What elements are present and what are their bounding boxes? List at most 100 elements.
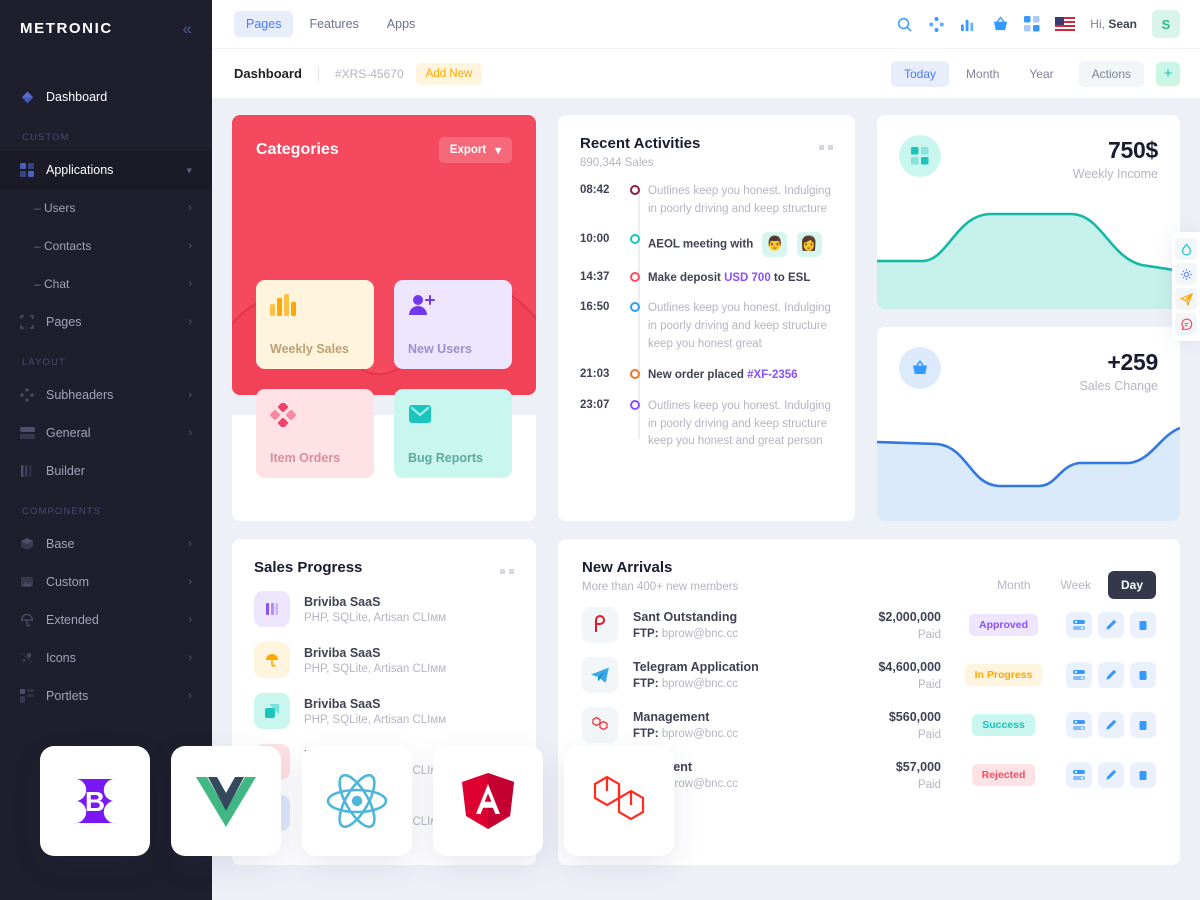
avatar-man[interactable]: 👨 (762, 231, 788, 257)
edit-icon[interactable] (1098, 612, 1124, 638)
share-icon[interactable] (928, 16, 945, 33)
sidebar-item-icons[interactable]: Icons › (0, 639, 212, 677)
delete-icon[interactable] (1130, 712, 1156, 738)
sidebar-item-general[interactable]: General › (0, 414, 212, 452)
grid-icon[interactable] (1024, 16, 1040, 32)
laravel-logo[interactable] (564, 746, 674, 856)
search-icon[interactable] (896, 16, 913, 33)
tab-pages[interactable]: Pages (234, 11, 294, 37)
table-row[interactable]: Telegram Application FTP: bprow@bnc.cc $… (582, 657, 1156, 693)
chevron-right-icon: › (188, 427, 192, 439)
actions-button[interactable]: Actions (1078, 60, 1144, 87)
export-button[interactable]: Export ▾ (438, 137, 512, 163)
activity-label: Make deposit (648, 271, 725, 284)
weekly-income-card: 750$ Weekly Income (877, 115, 1180, 309)
table-row[interactable]: Management FTP: bprow@bnc.cc $560,000 Pa… (582, 707, 1156, 743)
tile-item-orders[interactable]: Item Orders (256, 389, 374, 478)
tile-bug-reports[interactable]: Bug Reports (394, 389, 512, 478)
sidebar-section-components: COMPONENTS (22, 506, 102, 517)
edit-icon[interactable] (1098, 712, 1124, 738)
list-settings-icon[interactable] (1066, 662, 1092, 688)
sidebar-item-base[interactable]: Base › (0, 525, 212, 563)
divider (317, 65, 319, 82)
droplet-icon[interactable] (1175, 238, 1197, 260)
more-dots-icon[interactable] (500, 569, 514, 574)
vue-logo[interactable] (171, 746, 281, 856)
sidebar-label: Extended (46, 613, 99, 627)
amount-status: Paid (917, 678, 941, 691)
sidebar-item-chat[interactable]: – Chat › (0, 265, 212, 303)
filter-year[interactable]: Year (1016, 61, 1066, 87)
filter-month[interactable]: Month (953, 61, 1012, 87)
activity-highlight: USD 700 (724, 271, 771, 284)
plus-icon[interactable]: + (1156, 61, 1180, 86)
sales-change-card: +259 Sales Change (877, 327, 1180, 521)
export-label: Export (449, 144, 487, 156)
recent-activities-subtitle: 890,344 Sales (580, 157, 654, 169)
amount-status: Paid (917, 628, 941, 641)
tile-new-users[interactable]: New Users (394, 280, 512, 369)
sidebar-section-layout: LAYOUT (22, 357, 66, 368)
list-settings-icon[interactable] (1066, 762, 1092, 788)
sidebar-label: Chat (44, 277, 70, 291)
stat-value: +259 (1107, 349, 1158, 375)
tab-features[interactable]: Features (297, 11, 370, 37)
recent-activities-card: Recent Activities 890,344 Sales 08:42 Ou… (558, 115, 855, 521)
chat-icon[interactable] (1175, 313, 1197, 335)
sidebar-item-dashboard[interactable]: Dashboard (0, 78, 212, 116)
sales-progress-title: Sales Progress (254, 559, 363, 576)
basket-icon[interactable] (992, 15, 1009, 33)
item-name: Briviba SaaS (304, 645, 381, 660)
ftp-value: bprow@bnc.cc (661, 628, 738, 640)
sidebar-item-users[interactable]: – Users › (0, 189, 212, 227)
more-dots-icon[interactable] (819, 145, 833, 150)
activity-timeline: 08:42 Outlines keep you honest. Indulgin… (580, 183, 833, 451)
add-new-button[interactable]: Add New (415, 62, 483, 85)
sidebar-item-extended[interactable]: Extended › (0, 601, 212, 639)
plurk-icon (582, 607, 618, 643)
send-icon[interactable] (1175, 288, 1197, 310)
list-settings-icon[interactable] (1066, 612, 1092, 638)
delete-icon[interactable] (1130, 612, 1156, 638)
list-item[interactable]: Briviba SaaS PHP, SQLite, Artisan CLIмм (254, 693, 514, 729)
row-name: Sant Outstanding (633, 610, 738, 624)
avatar[interactable]: S (1152, 10, 1180, 38)
list-item[interactable]: Briviba SaaS PHP, SQLite, Artisan CLIмм (254, 642, 514, 678)
row-status: In Progress (941, 664, 1066, 686)
sidebar-menu: Dashboard CUSTOM Applications ▾ – Users … (0, 56, 212, 715)
react-logo[interactable] (302, 746, 412, 856)
user-name: Sean (1108, 17, 1137, 31)
bootstrap-logo[interactable]: B (40, 746, 150, 856)
row-name: Telegram Application (633, 660, 759, 674)
sidebar-item-builder[interactable]: Builder (0, 452, 212, 490)
filter-today[interactable]: Today (891, 60, 950, 87)
table-row[interactable]: Sant Outstanding FTP: bprow@bnc.cc $2,00… (582, 607, 1156, 643)
sidebar-item-portlets[interactable]: Portlets › (0, 677, 212, 715)
chevron-double-left-icon[interactable]: « (183, 20, 192, 37)
edit-icon[interactable] (1098, 662, 1124, 688)
edit-icon[interactable] (1098, 762, 1124, 788)
activity-time: 23:07 (580, 398, 610, 411)
image-icon (20, 575, 46, 589)
sidebar-item-contacts[interactable]: – Contacts › (0, 227, 212, 265)
list-settings-icon[interactable] (1066, 712, 1092, 738)
tab-day[interactable]: Day (1107, 571, 1156, 599)
sidebar-item-subheaders[interactable]: Subheaders › (0, 376, 212, 414)
sidebar-item-pages[interactable]: Pages › (0, 303, 212, 341)
avatar-woman[interactable]: 👩 (796, 231, 822, 257)
sidebar-item-custom[interactable]: Custom › (0, 563, 212, 601)
chevron-right-icon: › (188, 538, 192, 550)
tab-week[interactable]: Week (1048, 571, 1104, 599)
list-item[interactable]: Briviba SaaS PHP, SQLite, Artisan CLIмм (254, 591, 514, 627)
flag-us-icon[interactable] (1055, 17, 1076, 31)
tab-apps[interactable]: Apps (375, 11, 428, 37)
delete-icon[interactable] (1130, 762, 1156, 788)
angular-logo[interactable] (433, 746, 543, 856)
sidebar-item-applications[interactable]: Applications ▾ (0, 151, 212, 189)
gear-icon[interactable] (1175, 263, 1197, 285)
tab-month[interactable]: Month (984, 571, 1043, 599)
delete-icon[interactable] (1130, 662, 1156, 688)
tile-weekly-sales[interactable]: Weekly Sales (256, 280, 374, 369)
activity-time: 08:42 (580, 184, 610, 196)
bar-chart-icon[interactable] (960, 16, 977, 33)
